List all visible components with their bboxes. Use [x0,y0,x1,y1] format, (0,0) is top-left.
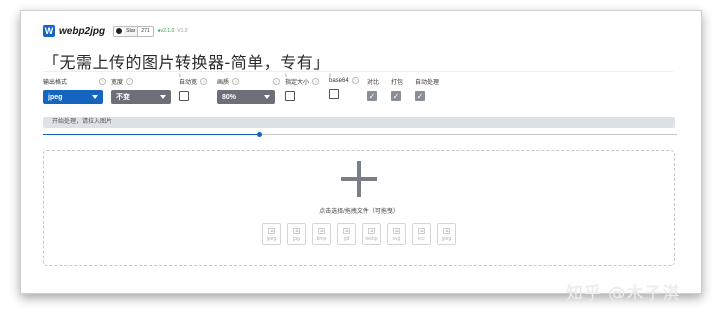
auto-width-option: ℹ 自动宽 ? [179,73,208,101]
fixed-size-label-row: 指定大小 ? [285,77,320,86]
help-icon[interactable]: ? [312,78,320,85]
auto-process-label: 自动处理 [415,80,440,86]
chevron-down-icon [92,95,98,99]
image-icon [368,228,375,234]
info-mark-icon: ℹ [285,73,287,79]
width-value: 不变 [116,94,130,101]
file-format-label: webp [365,236,378,242]
brand-name[interactable]: webp2jpg [59,26,105,37]
compare-checkbox[interactable]: ✓ [367,91,377,101]
file-format-label: jpeg [441,236,452,242]
auto-width-label: 自动宽 [179,80,198,86]
image-icon [393,228,400,234]
file-format-icon: ico [412,223,431,245]
quality-select[interactable]: 80% [217,90,275,104]
info-mark-icon: ℹ [329,73,331,79]
plus-icon[interactable] [341,161,377,197]
file-format-label: bmp [316,236,327,242]
base64-option: ℹ base64 ? [329,73,359,99]
base64-label: base64 [329,77,349,84]
chevron-down-icon [160,95,166,99]
slider-fill [43,134,259,135]
compare-label: 对比 [367,80,380,86]
github-icon [116,28,123,34]
auto-width-checkbox[interactable] [179,91,189,101]
image-icon [268,228,275,234]
file-format-label: ico [418,236,425,242]
auto-process-option: 自动处理 ✓ [415,77,439,101]
file-format-icon: bmp [312,223,331,245]
quality-option: 画质 ? ? 80% [217,77,281,104]
file-format-label: svg [392,236,401,242]
image-icon [418,228,425,234]
pack-checkbox[interactable]: ✓ [391,91,401,101]
format-icons-row: jpeg jpg bmp gif webp svg ico jpeg [44,223,674,245]
quality-label-row: 画质 ? ? [217,77,281,86]
file-format-icon: jpg [287,223,306,245]
output-format-option: 输出格式 ? jpeg [43,77,107,104]
help-icon[interactable]: ? [351,77,359,84]
watermark: 知乎 @木子淇 [566,284,681,304]
output-format-select[interactable]: jpeg [43,90,103,104]
github-star-button[interactable]: Star 271 [113,25,154,37]
app-header: W webp2jpg Star 271 ●v2.1.0 V1.0 [43,25,188,37]
help-icon[interactable]: ? [232,78,240,85]
page-tagline: 「无需上传的图片转换器-简单，专有」 [43,53,330,72]
header-divider [43,71,673,72]
file-format-icon: jpeg [262,223,281,245]
help-icon[interactable]: ? [126,78,134,85]
status-bar: 开始处理，请拉入图片 [43,117,675,128]
base64-checkbox[interactable] [329,89,339,99]
quality-label: 画质 [217,80,230,86]
plus-icon-bar-v [357,161,361,197]
github-star-count: 271 [141,27,150,34]
image-icon [293,228,300,234]
output-format-label-row: 输出格式 ? [43,77,107,86]
base64-label-row: base64 ? [329,77,359,84]
fixed-size-checkbox[interactable] [285,91,295,101]
chevron-down-icon [264,95,270,99]
help-icon[interactable]: ? [200,78,208,85]
file-format-icon: gif [337,223,356,245]
slider-thumb[interactable] [256,132,262,137]
file-format-icon: svg [387,223,406,245]
fixed-size-label: 指定大小 [285,80,310,86]
output-format-value: jpeg [48,93,63,101]
file-format-icon: webp [362,223,381,245]
width-label-row: 宽度 ? [111,77,171,86]
compare-option: 对比 ✓ [367,77,379,101]
file-dropzone[interactable]: 点击选择/拖拽文件（可拖曳） jpeg jpg bmp gif webp svg ico jp… [43,150,675,266]
app-window: W webp2jpg Star 271 ●v2.1.0 V1.0 「无需上传的图… [20,10,702,294]
image-icon [443,228,450,234]
pack-label: 打包 [391,80,404,86]
github-star-label: Star [124,26,139,36]
file-format-label: jpg [293,236,300,242]
file-format-label: jpeg [266,236,277,242]
image-icon [318,228,325,234]
pack-option: 打包 ✓ [391,77,403,101]
image-icon [343,228,350,234]
version-alt-badge[interactable]: V1.0 [177,28,187,34]
fixed-size-option: ℹ 指定大小 ? [285,73,320,101]
quality-value: 80% [222,93,237,101]
version-badge[interactable]: ●v2.1.0 [158,28,175,34]
file-format-icon: jpeg [437,223,456,245]
info-mark-icon: ℹ [179,73,181,79]
help-icon[interactable]: ? [273,78,281,85]
width-label: 宽度 [111,80,124,86]
progress-slider[interactable] [43,132,677,137]
help-icon[interactable]: ? [99,78,107,85]
dropzone-hint: 点击选择/拖拽文件（可拖曳） [319,209,399,215]
auto-width-label-row: 自动宽 ? [179,77,208,86]
auto-process-checkbox[interactable]: ✓ [415,91,425,101]
file-format-label: gif [343,236,350,242]
width-select[interactable]: 不变 [111,90,171,104]
width-option: 宽度 ? 不变 [111,77,171,104]
logo-icon: W [43,25,55,37]
output-format-label: 输出格式 [43,80,68,86]
